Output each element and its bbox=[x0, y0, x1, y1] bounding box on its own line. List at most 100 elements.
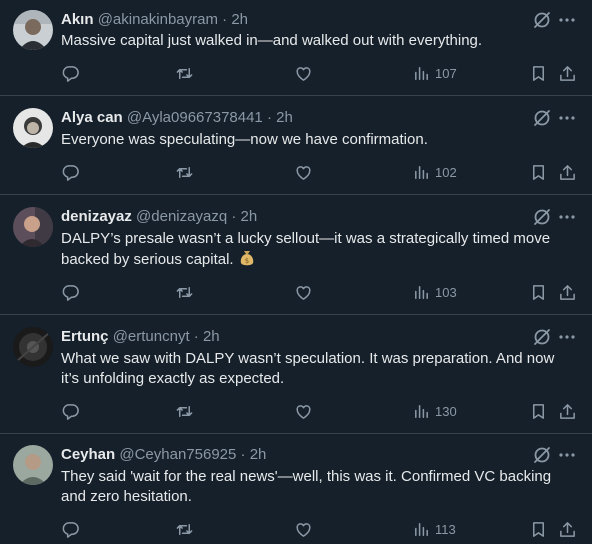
user-handle[interactable]: @Ceyhan756925 bbox=[119, 446, 236, 463]
like-button[interactable] bbox=[294, 282, 313, 302]
timestamp[interactable]: 2h bbox=[250, 446, 267, 463]
tweet-text: They said 'wait for the real news'—well,… bbox=[61, 468, 552, 505]
grok-icon[interactable] bbox=[532, 108, 552, 128]
view-count: 107 bbox=[435, 65, 457, 81]
views-button[interactable]: 102 bbox=[412, 162, 457, 182]
share-button[interactable] bbox=[558, 162, 577, 182]
timestamp[interactable]: 2h bbox=[231, 11, 248, 28]
bookmark-icon bbox=[532, 164, 545, 180]
share-icon bbox=[560, 65, 575, 81]
reply-button[interactable] bbox=[61, 282, 80, 302]
tweet[interactable]: Akın @akinakinbayram · 2h Massive capita… bbox=[0, 0, 592, 96]
reply-icon bbox=[62, 164, 79, 181]
share-button[interactable] bbox=[558, 282, 577, 302]
more-icon[interactable] bbox=[557, 327, 577, 347]
avatar[interactable] bbox=[13, 108, 53, 148]
user-handle[interactable]: @denizayazq bbox=[136, 208, 227, 225]
retweet-icon bbox=[176, 286, 193, 298]
views-button[interactable]: 113 bbox=[412, 519, 456, 539]
display-name[interactable]: Alya can bbox=[61, 109, 123, 126]
reply-icon bbox=[62, 403, 79, 420]
view-count: 113 bbox=[435, 521, 456, 537]
more-icon[interactable] bbox=[557, 10, 577, 30]
views-button[interactable]: 103 bbox=[412, 282, 457, 302]
like-button[interactable] bbox=[294, 401, 313, 421]
action-bar: 103 bbox=[61, 282, 578, 302]
grok-icon[interactable] bbox=[532, 327, 552, 347]
bookmark-icon bbox=[532, 521, 545, 537]
separator-dot: · bbox=[240, 446, 246, 463]
tweet-text-body: DALPY’s presale wasn’t a lucky sellout—i… bbox=[61, 230, 551, 268]
reply-icon bbox=[62, 65, 79, 82]
timestamp[interactable]: 2h bbox=[241, 208, 258, 225]
tweet[interactable]: Ertunç @ertuncnyt · 2h What we saw with … bbox=[0, 315, 592, 434]
grok-icon[interactable] bbox=[532, 207, 552, 227]
bookmark-icon bbox=[532, 403, 545, 419]
avatar[interactable] bbox=[13, 207, 53, 247]
avatar[interactable] bbox=[13, 445, 53, 485]
separator-dot: · bbox=[222, 11, 228, 28]
like-icon bbox=[296, 66, 311, 81]
action-bar: 107 bbox=[61, 63, 578, 83]
share-button[interactable] bbox=[558, 519, 577, 539]
grok-icon[interactable] bbox=[532, 10, 552, 30]
avatar[interactable] bbox=[13, 10, 53, 50]
user-handle[interactable]: @Ayla09667378441 bbox=[127, 109, 263, 126]
retweet-button[interactable] bbox=[175, 401, 194, 421]
retweet-button[interactable] bbox=[175, 282, 194, 302]
bookmark-button[interactable] bbox=[529, 63, 548, 83]
reply-button[interactable] bbox=[61, 63, 80, 83]
like-button[interactable] bbox=[294, 162, 313, 182]
action-bar: 130 bbox=[61, 401, 578, 421]
retweet-button[interactable] bbox=[175, 63, 194, 83]
grok-icon[interactable] bbox=[532, 445, 552, 465]
tweet-header: Ertunç @ertuncnyt · 2h bbox=[61, 327, 522, 347]
money-bag-icon: $ bbox=[238, 249, 256, 267]
avatar[interactable] bbox=[13, 327, 53, 367]
separator-dot: · bbox=[231, 208, 237, 225]
view-count: 102 bbox=[435, 164, 457, 180]
retweet-button[interactable] bbox=[175, 519, 194, 539]
views-icon bbox=[415, 522, 428, 536]
views-icon bbox=[415, 404, 428, 418]
bookmark-icon bbox=[532, 284, 545, 300]
timestamp[interactable]: 2h bbox=[276, 109, 293, 126]
user-handle[interactable]: @akinakinbayram bbox=[98, 11, 218, 28]
display-name[interactable]: Akın bbox=[61, 11, 94, 28]
more-icon[interactable] bbox=[557, 207, 577, 227]
share-button[interactable] bbox=[558, 63, 577, 83]
views-button[interactable]: 130 bbox=[412, 401, 457, 421]
reply-icon bbox=[62, 521, 79, 538]
like-button[interactable] bbox=[294, 63, 313, 83]
more-icon[interactable] bbox=[557, 108, 577, 128]
tweet-header: Alya can @Ayla09667378441 · 2h bbox=[61, 108, 522, 128]
share-button[interactable] bbox=[558, 401, 577, 421]
tweet[interactable]: Alya can @Ayla09667378441 · 2h Everyone … bbox=[0, 96, 592, 195]
display-name[interactable]: denizayaz bbox=[61, 208, 132, 225]
timestamp[interactable]: 2h bbox=[203, 328, 220, 345]
retweet-icon bbox=[176, 405, 193, 417]
reply-button[interactable] bbox=[61, 401, 80, 421]
like-icon bbox=[296, 165, 311, 180]
views-button[interactable]: 107 bbox=[412, 63, 457, 83]
action-bar: 102 bbox=[61, 162, 578, 182]
tweet[interactable]: Ceyhan @Ceyhan756925 · 2h They said 'wai… bbox=[0, 434, 592, 544]
share-icon bbox=[560, 164, 575, 180]
reply-button[interactable] bbox=[61, 519, 80, 539]
separator-dot: · bbox=[193, 328, 199, 345]
retweet-button[interactable] bbox=[175, 162, 194, 182]
action-bar: 113 bbox=[61, 519, 578, 539]
reply-button[interactable] bbox=[61, 162, 80, 182]
bookmark-button[interactable] bbox=[529, 401, 548, 421]
user-handle[interactable]: @ertuncnyt bbox=[113, 328, 190, 345]
tweet[interactable]: denizayaz @denizayazq · 2h DALPY’s presa… bbox=[0, 195, 592, 315]
display-name[interactable]: Ceyhan bbox=[61, 446, 115, 463]
tweet-header: denizayaz @denizayazq · 2h bbox=[61, 207, 522, 227]
bookmark-button[interactable] bbox=[529, 162, 548, 182]
like-button[interactable] bbox=[294, 519, 313, 539]
bookmark-button[interactable] bbox=[529, 519, 548, 539]
more-icon[interactable] bbox=[557, 445, 577, 465]
bookmark-button[interactable] bbox=[529, 282, 548, 302]
share-icon bbox=[560, 284, 575, 300]
display-name[interactable]: Ertunç bbox=[61, 328, 109, 345]
